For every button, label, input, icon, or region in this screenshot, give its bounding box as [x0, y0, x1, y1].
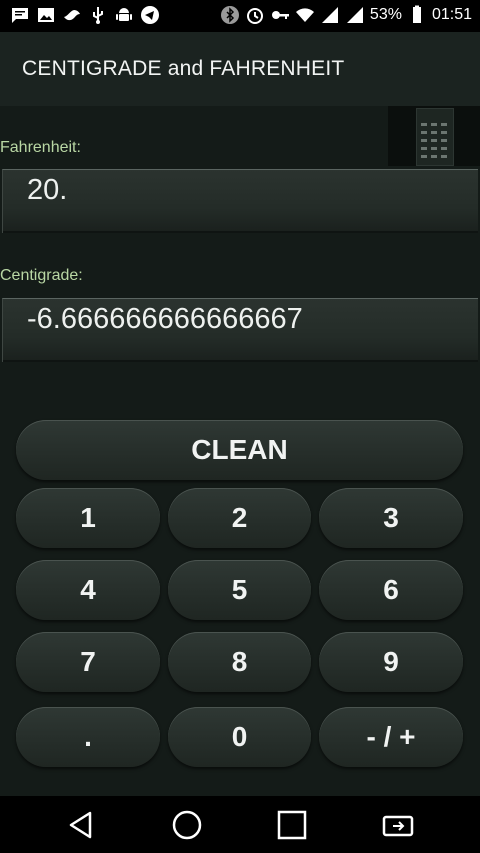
recents-icon[interactable] — [275, 808, 309, 842]
app-thumbnail[interactable] — [388, 106, 480, 166]
bluetooth-icon — [220, 5, 240, 25]
message-icon — [10, 5, 30, 25]
key-6-button[interactable]: 6 — [319, 560, 463, 620]
key-icon — [270, 5, 290, 25]
system-nav-bar — [0, 796, 480, 853]
back-icon[interactable] — [64, 808, 98, 842]
page-title: CENTIGRADE and FAHRENHEIT — [22, 57, 345, 80]
clock: 01:51 — [431, 6, 472, 23]
key-3-button[interactable]: 3 — [319, 488, 463, 548]
key-0-button[interactable]: 0 — [168, 707, 311, 767]
signal-icon — [320, 5, 340, 25]
centigrade-label: Centigrade: — [0, 267, 83, 284]
key-1-button[interactable]: 1 — [16, 488, 160, 548]
key-7-button[interactable]: 7 — [16, 632, 160, 692]
home-icon[interactable] — [170, 808, 204, 842]
key-5-button[interactable]: 5 — [168, 560, 311, 620]
wifi-icon — [295, 5, 315, 25]
alarm-icon — [245, 5, 265, 25]
android-icon — [114, 5, 134, 25]
calculator-preview-image — [416, 108, 454, 166]
fahrenheit-label: Fahrenheit: — [0, 139, 81, 156]
centigrade-field[interactable]: -6.666666666666667 — [2, 298, 478, 362]
signal-icon — [345, 5, 365, 25]
image-icon — [36, 5, 56, 25]
centigrade-value: -6.666666666666667 — [27, 303, 303, 335]
sign-toggle-button[interactable]: - / + — [319, 707, 463, 767]
usb-icon — [88, 5, 108, 25]
screen-rotate-icon[interactable] — [381, 808, 415, 842]
battery-percent: 53% — [369, 6, 402, 23]
key-4-button[interactable]: 4 — [16, 560, 160, 620]
key-9-button[interactable]: 9 — [319, 632, 463, 692]
bird-icon — [62, 5, 82, 25]
battery-icon — [407, 5, 427, 25]
key-8-button[interactable]: 8 — [168, 632, 311, 692]
fahrenheit-field[interactable]: 20. — [2, 169, 478, 233]
status-bar: 53% 01:51 — [0, 0, 480, 32]
fahrenheit-value: 20. — [27, 174, 68, 206]
decimal-point-button[interactable]: . — [16, 707, 160, 767]
clean-button[interactable]: CLEAN — [16, 420, 463, 480]
telegram-icon — [140, 5, 160, 25]
app-bar: CENTIGRADE and FAHRENHEIT — [0, 32, 480, 106]
key-2-button[interactable]: 2 — [168, 488, 311, 548]
